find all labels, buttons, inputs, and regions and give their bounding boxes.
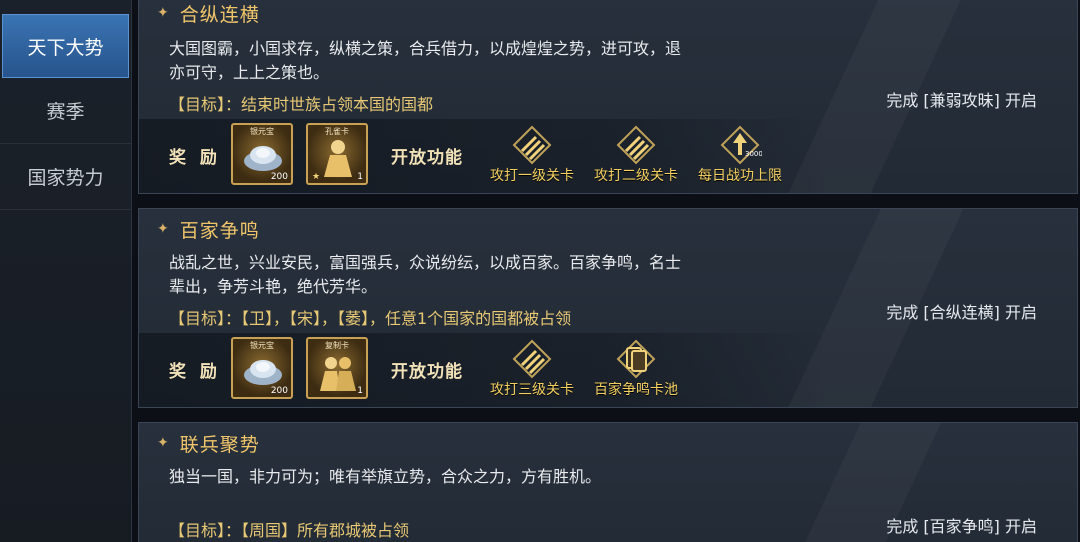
reward-item-silver-ingot[interactable]: 银元宝 200 — [231, 123, 293, 185]
silver-ingot-icon — [244, 360, 282, 385]
feature-attack-level3[interactable]: 攻打三级关卡 — [477, 339, 587, 399]
silver-ingot-icon — [244, 146, 282, 171]
card-unlock-condition: 完成 [合纵连横] 开启 — [886, 303, 1037, 322]
reward-strip: 奖 励 银元宝 200 孔雀卡 ★ 1 开放功能 攻打一级关卡 攻打二级关卡 3… — [139, 119, 829, 193]
feature-daily-merit-limit[interactable]: 30000 每日战功上限 — [685, 125, 795, 185]
card-title: ✦ 合纵连横 — [157, 3, 260, 26]
reward-item-silver-ingot[interactable]: 银元宝 200 — [231, 337, 293, 399]
bullet-icon: ✦ — [157, 435, 170, 451]
card-unlock-condition: 完成 [百家争鸣] 开启 — [886, 517, 1037, 536]
merit-limit-icon: 30000 — [720, 125, 762, 165]
open-features-label: 开放功能 — [391, 148, 463, 168]
sidebar-item-season[interactable]: 赛季 — [0, 78, 131, 144]
sword-badge-icon — [512, 125, 552, 165]
feature-attack-level2[interactable]: 攻打二级关卡 — [581, 125, 691, 185]
card-title: ✦ 联兵聚势 — [157, 433, 260, 456]
card-goal: 【目标】：结束时世族占领本国的国都 — [169, 95, 434, 114]
sidebar-item-label: 国家势力 — [27, 167, 104, 189]
sidebar-item-nation-power[interactable]: 国家势力 — [0, 144, 131, 210]
hero-card-icon — [324, 140, 352, 177]
bullet-icon: ✦ — [157, 5, 170, 21]
feature-attack-level1[interactable]: 攻打一级关卡 — [477, 125, 587, 185]
svg-text:30000: 30000 — [745, 150, 762, 158]
sidebar-item-world-trend[interactable]: 天下大势 — [2, 14, 129, 78]
open-features-label: 开放功能 — [391, 362, 463, 382]
sidebar: 天下大势 赛季 国家势力 — [0, 0, 132, 542]
objective-card: ✦ 联兵聚势 独当一国，非力可为；唯有举旗立势，合众之力，方有胜机。 【目标】：… — [138, 422, 1078, 542]
objective-list[interactable]: ✦ 合纵连横 大国图霸，小国求存，纵横之策，合兵借力，以成煌煌之势，进可攻，退亦… — [132, 0, 1080, 542]
feature-card-pool[interactable]: 百家争鸣卡池 — [581, 339, 691, 399]
reward-item-hero-card[interactable]: 孔雀卡 ★ 1 — [306, 123, 368, 185]
copy-card-icon — [320, 357, 356, 391]
card-description: 战乱之世，兴业安民，富国强兵，众说纷纭，以成百家。百家争鸣，名士辈出，争芳斗艳，… — [169, 253, 682, 296]
objective-card: ✦ 百家争鸣 战乱之世，兴业安民，富国强兵，众说纷纭，以成百家。百家争鸣，名士辈… — [138, 208, 1078, 408]
card-title: ✦ 百家争鸣 — [157, 219, 260, 242]
sidebar-item-label: 赛季 — [46, 101, 85, 123]
card-goal: 【目标】：【周国】所有郡城被占领 — [169, 521, 410, 540]
card-description: 大国图霸，小国求存，纵横之策，合兵借力，以成煌煌之势，进可攻，退亦可守，上上之策… — [169, 39, 682, 82]
reward-label: 奖 励 — [169, 148, 221, 168]
card-pool-icon — [616, 339, 656, 379]
card-unlock-condition: 完成 [兼弱攻昧] 开启 — [886, 91, 1037, 110]
objective-card: ✦ 合纵连横 大国图霸，小国求存，纵横之策，合兵借力，以成煌煌之势，进可攻，退亦… — [138, 0, 1078, 194]
reward-strip: 奖 励 银元宝 200 复制卡 1 开放功能 攻打三级关卡 百家争鸣卡池 — [139, 333, 829, 407]
bullet-icon: ✦ — [157, 221, 170, 237]
reward-label: 奖 励 — [169, 362, 221, 382]
card-description: 独当一国，非力可为；唯有举旗立势，合众之力，方有胜机。 — [169, 467, 602, 486]
sword-badge-icon — [616, 125, 656, 165]
reward-item-copy-card[interactable]: 复制卡 1 — [306, 337, 368, 399]
card-goal: 【目标】：【卫】，【宋】，【萎】，任意1个国家的国都被占领 — [169, 309, 572, 328]
sword-badge-icon — [512, 339, 552, 379]
sidebar-item-label: 天下大势 — [27, 36, 104, 59]
